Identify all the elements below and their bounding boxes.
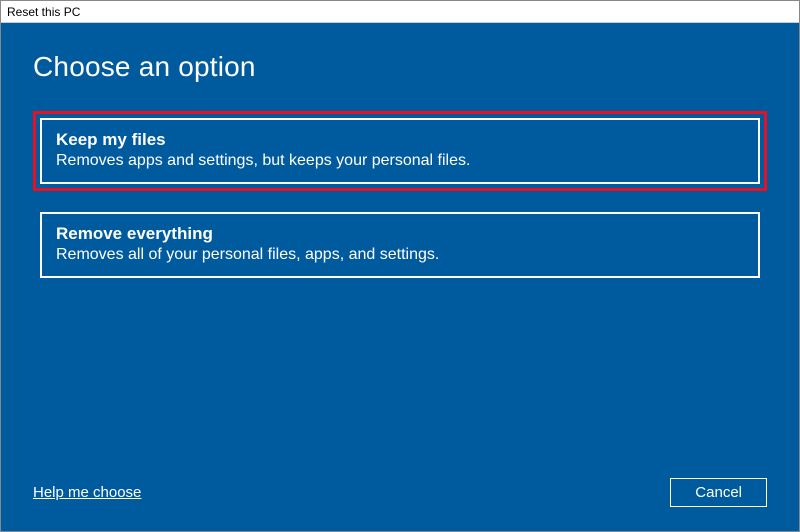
footer: Help me choose Cancel bbox=[33, 478, 767, 507]
help-me-choose-link[interactable]: Help me choose bbox=[33, 484, 141, 501]
option-remove-everything-wrapper: Remove everything Removes all of your pe… bbox=[33, 205, 767, 285]
cancel-button[interactable]: Cancel bbox=[670, 478, 767, 507]
window-title: Reset this PC bbox=[7, 5, 80, 19]
option-title: Keep my files bbox=[56, 130, 744, 150]
window-titlebar: Reset this PC bbox=[1, 1, 799, 23]
option-description: Removes apps and settings, but keeps you… bbox=[56, 152, 744, 170]
content-area: Choose an option Keep my files Removes a… bbox=[1, 23, 799, 531]
page-heading: Choose an option bbox=[33, 51, 767, 83]
option-remove-everything[interactable]: Remove everything Removes all of your pe… bbox=[40, 212, 760, 278]
reset-pc-window: Reset this PC Choose an option Keep my f… bbox=[0, 0, 800, 532]
option-description: Removes all of your personal files, apps… bbox=[56, 246, 744, 264]
option-keep-files[interactable]: Keep my files Removes apps and settings,… bbox=[40, 118, 760, 184]
option-title: Remove everything bbox=[56, 224, 744, 244]
option-keep-files-highlight: Keep my files Removes apps and settings,… bbox=[33, 111, 767, 191]
options-list: Keep my files Removes apps and settings,… bbox=[33, 111, 767, 285]
